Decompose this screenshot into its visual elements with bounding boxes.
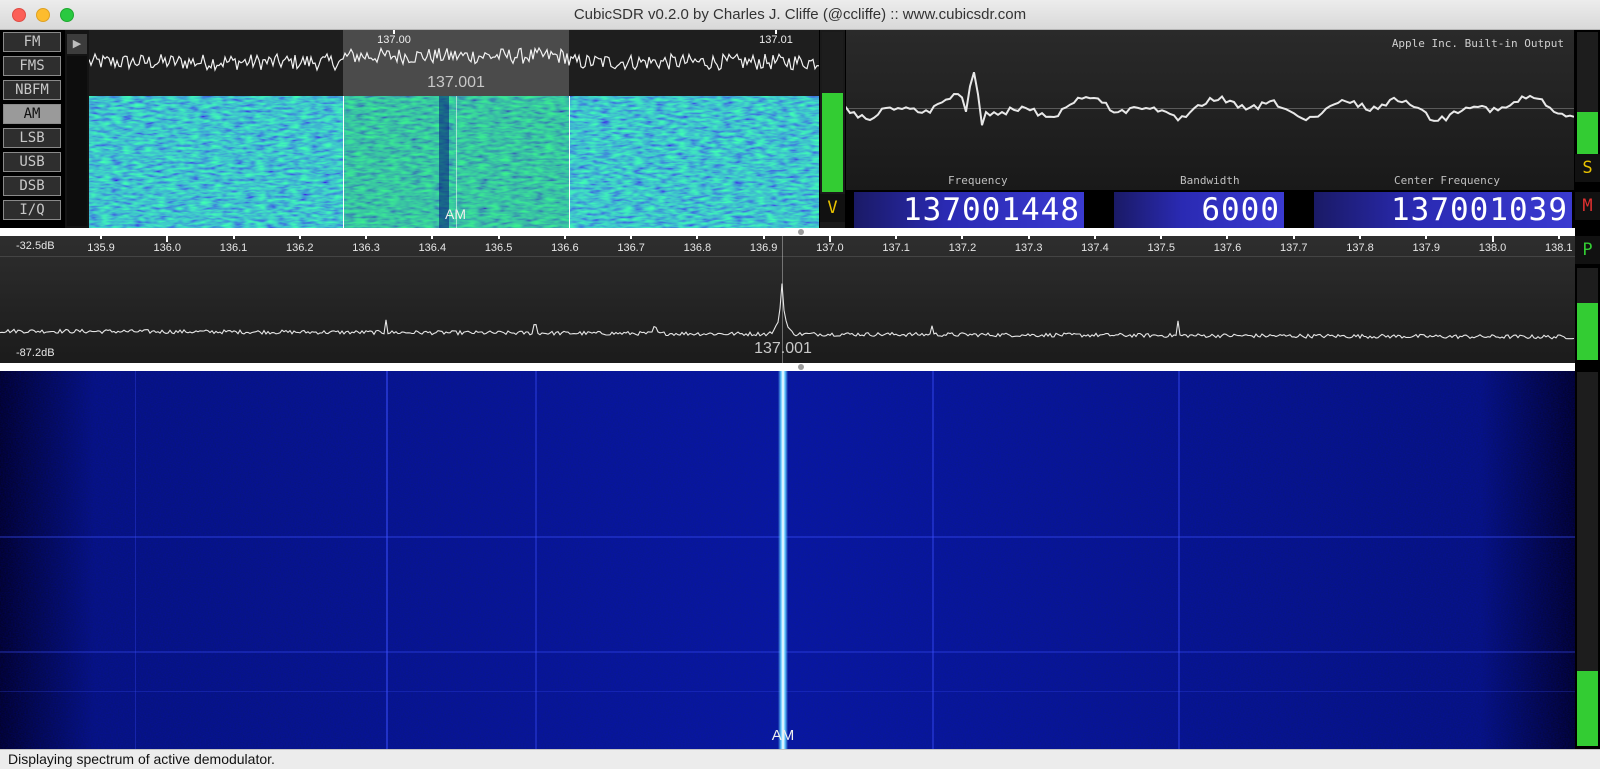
demod-waterfall-mode-label: AM xyxy=(445,206,466,222)
bandwidth-label: Bandwidth xyxy=(1180,174,1240,187)
volume-label: V xyxy=(820,194,845,222)
demod-spectrum[interactable]: 137.00 137.01 137.001 xyxy=(89,30,819,96)
main-spectrum[interactable]: -32.5dB -87.2dB 135.9 136.0 136.1 136.2 136.… xyxy=(0,236,1575,363)
title-bar: CubicSDR v0.2.0 by Charles J. Cliffe (@c… xyxy=(0,0,1600,30)
mode-nbfm-button[interactable]: NBFM xyxy=(3,80,61,100)
spectrum-average-meter[interactable] xyxy=(1577,268,1598,360)
right-controls-column: S M P xyxy=(1575,30,1600,749)
main-waterfall[interactable]: AM xyxy=(0,371,1575,749)
scope-waveform xyxy=(846,72,1574,126)
frequency-digits-row: 137001448 6000 137001039 xyxy=(846,192,1574,228)
squelch-button[interactable]: S xyxy=(1575,154,1600,182)
waterfall-speed-meter-fill xyxy=(1577,671,1598,746)
bandwidth-display[interactable]: 6000 xyxy=(1114,192,1284,228)
demod-center-frequency-label: 137.001 xyxy=(427,74,485,91)
mode-am-button[interactable]: AM xyxy=(3,104,61,124)
spectrum-average-meter-fill xyxy=(1577,302,1598,360)
frequency-label: Frequency xyxy=(948,174,1008,187)
center-frequency-label: Center Frequency xyxy=(1394,174,1500,187)
peak-hold-button[interactable]: P xyxy=(1575,236,1600,264)
splitter-handle[interactable] xyxy=(798,364,804,370)
mode-fms-button[interactable]: FMS xyxy=(3,56,61,76)
mute-button[interactable]: M xyxy=(1575,192,1600,220)
demod-waterfall[interactable]: AM xyxy=(89,96,819,228)
play-meter[interactable] xyxy=(67,56,87,226)
mode-dsb-button[interactable]: DSB xyxy=(3,176,61,196)
mode-iq-button[interactable]: I/Q xyxy=(3,200,61,220)
signal-carrier-line xyxy=(778,371,788,749)
mode-lsb-button[interactable]: LSB xyxy=(3,128,61,148)
splitter-top[interactable] xyxy=(0,228,1575,236)
splitter-handle[interactable] xyxy=(798,229,804,235)
demod-right-edge xyxy=(569,96,570,228)
play-button[interactable]: ▶ xyxy=(67,34,87,54)
volume-meter-column: V xyxy=(820,30,845,228)
audio-scope: Apple Inc. Built-in Output Frequency Ban… xyxy=(846,30,1574,190)
mode-selector: FM FMS NBFM AM LSB USB DSB I/Q xyxy=(0,30,64,228)
volume-meter[interactable] xyxy=(822,32,843,192)
status-bar: Displaying spectrum of active demodulato… xyxy=(0,749,1600,769)
mode-fm-button[interactable]: FM xyxy=(3,32,61,52)
splitter-bottom[interactable] xyxy=(0,363,1575,371)
waterfall-mode-label: AM xyxy=(771,727,795,744)
center-frequency-display[interactable]: 137001039 xyxy=(1314,192,1572,228)
mode-usb-button[interactable]: USB xyxy=(3,152,61,172)
play-column: ▶ xyxy=(65,30,89,228)
waterfall-speed-meter[interactable] xyxy=(1577,372,1598,746)
play-triangle-icon: ▶ xyxy=(72,38,82,50)
window-title: CubicSDR v0.2.0 by Charles J. Cliffe (@c… xyxy=(573,6,1027,23)
volume-meter-fill xyxy=(822,92,843,192)
frequency-display[interactable]: 137001448 xyxy=(854,192,1084,228)
demod-left-edge xyxy=(343,96,344,228)
main-center-frequency-label: 137.001 xyxy=(754,340,812,357)
